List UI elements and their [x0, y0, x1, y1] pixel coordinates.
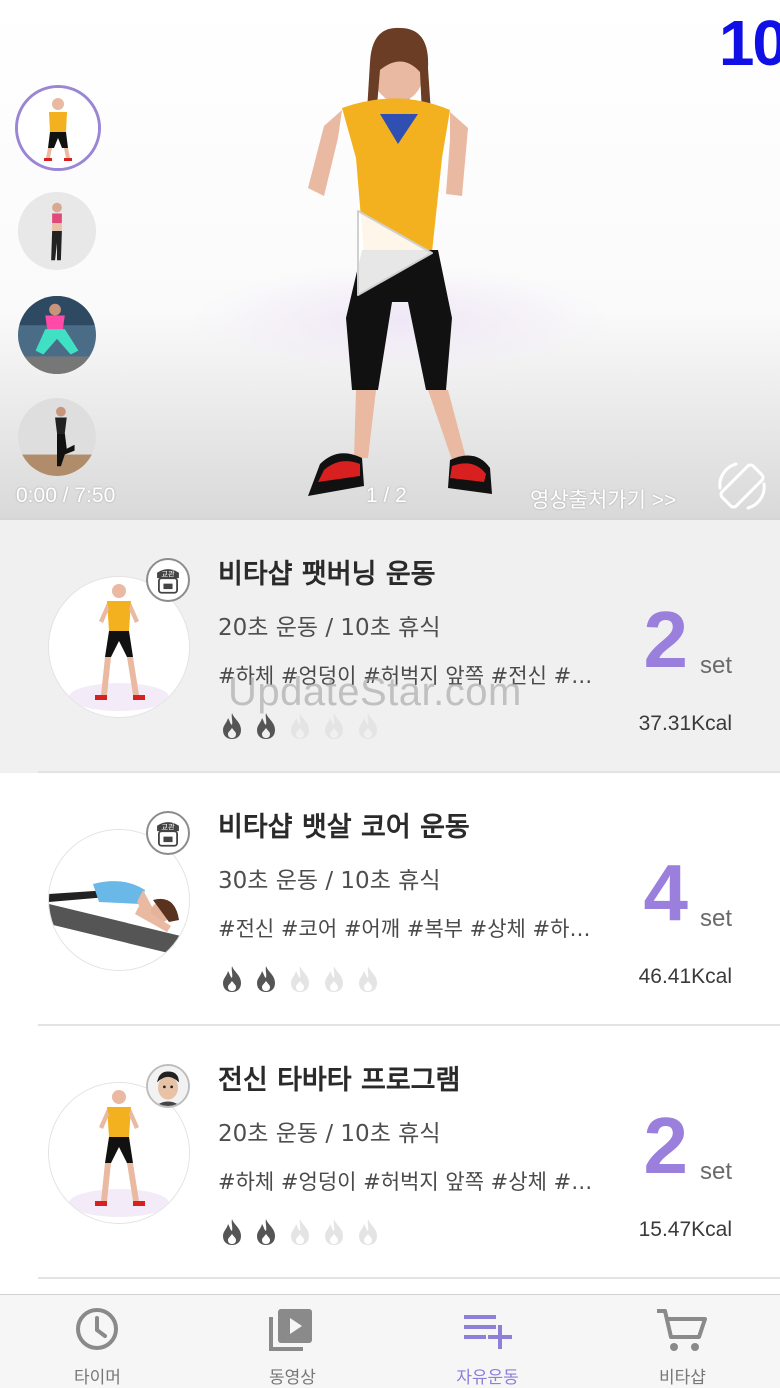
workout-interval: 20초 운동 / 10초 휴식	[218, 1121, 441, 1147]
cart-icon	[657, 1309, 707, 1351]
flame-filled-icon	[254, 712, 278, 740]
tab-label: 자유운동	[456, 1368, 519, 1388]
instructor-badge: 교관	[146, 811, 190, 855]
watermark-text: UpdateStar.com	[228, 670, 522, 714]
trainer-thumbnail-image	[18, 88, 98, 168]
flame-filled-icon	[254, 1218, 278, 1246]
workout-row[interactable]: 전신 타바타 프로그램 20초 운동 / 10초 휴식 #하체 #엉덩이 #허벅…	[0, 1026, 780, 1279]
instructor-badge-icon: 교관	[157, 822, 179, 847]
flame-empty-icon	[288, 1218, 312, 1246]
trainer-thumbnail-image	[18, 398, 96, 476]
intensity-rating	[220, 712, 380, 742]
set-count: 2	[643, 595, 689, 684]
video-source-link[interactable]: 영상출처가기 >>	[530, 484, 676, 514]
instructor-badge-icon: 교관	[157, 569, 179, 594]
flame-empty-icon	[288, 965, 312, 993]
flame-filled-icon	[220, 712, 244, 740]
set-count: 2	[643, 1101, 689, 1190]
flame-filled-icon	[220, 965, 244, 993]
playlist-add-icon	[464, 1315, 512, 1349]
rotate-screen-icon[interactable]	[714, 458, 770, 514]
flame-empty-icon	[356, 712, 380, 740]
set-unit: set	[699, 652, 732, 679]
flame-filled-icon	[220, 1218, 244, 1246]
flame-empty-icon	[288, 712, 312, 740]
tab-video[interactable]: 동영상	[195, 1295, 390, 1388]
set-unit: set	[699, 1158, 732, 1185]
flame-empty-icon	[356, 1218, 380, 1246]
workout-row[interactable]: 교관 비타샵 팻버닝 운동 20초 운동 / 10초 휴식 #하체 #엉덩이 #…	[0, 520, 780, 773]
calories: 37.31Kcal	[638, 712, 732, 735]
calories: 46.41Kcal	[638, 965, 732, 988]
workout-interval: 20초 운동 / 10초 휴식	[218, 615, 441, 641]
clock-icon	[76, 1308, 118, 1350]
video-player[interactable]: 10 0:00 / 7:50 1 / 2 영상출처가기 >>	[0, 0, 780, 518]
workout-list: 교관 비타샵 팻버닝 운동 20초 운동 / 10초 휴식 #하체 #엉덩이 #…	[0, 520, 780, 1279]
instructor-face-icon	[148, 1066, 188, 1106]
tab-timer[interactable]: 타이머	[0, 1295, 195, 1388]
intensity-rating	[220, 1218, 380, 1248]
trainer-thumbnail-image	[18, 192, 96, 270]
tab-free-workout[interactable]: 자유운동	[390, 1295, 585, 1388]
bottom-tab-bar: 타이머 동영상 자유운동 비타샵	[0, 1294, 780, 1388]
workout-tags: #전신 #코어 #어깨 #복부 #상체 #하…	[218, 917, 591, 941]
play-icon[interactable]	[344, 205, 440, 301]
set-unit: set	[699, 905, 732, 932]
trainer-thumbnail-image	[18, 296, 96, 374]
flame-empty-icon	[356, 965, 380, 993]
workout-row[interactable]: 교관 비타샵 뱃살 코어 운동 30초 운동 / 10초 휴식 #전신 #코어 …	[0, 773, 780, 1026]
video-library-icon	[269, 1309, 312, 1351]
video-thumbnail-2[interactable]	[18, 192, 96, 270]
instructor-badge: 교관	[146, 558, 190, 602]
tab-label: 동영상	[269, 1368, 316, 1388]
flame-empty-icon	[322, 965, 346, 993]
svg-text:교관: 교관	[161, 822, 175, 831]
video-thumbnail-4[interactable]	[18, 398, 96, 476]
workout-title: 비타샵 뱃살 코어 운동	[218, 812, 470, 843]
tab-shop[interactable]: 비타샵	[585, 1295, 780, 1388]
flame-empty-icon	[322, 1218, 346, 1246]
set-count: 4	[643, 848, 689, 937]
svg-text:교관: 교관	[161, 569, 175, 578]
tab-label: 타이머	[74, 1368, 121, 1388]
intensity-rating	[220, 965, 380, 995]
calories: 15.47Kcal	[638, 1218, 732, 1241]
flame-empty-icon	[322, 712, 346, 740]
flame-filled-icon	[254, 965, 278, 993]
countdown-timer: 10	[718, 7, 780, 79]
video-page-indicator: 1 / 2	[366, 484, 407, 507]
video-elapsed-time: 0:00 / 7:50	[16, 484, 116, 507]
video-thumbnail-3[interactable]	[18, 296, 96, 374]
row-divider	[38, 1277, 780, 1279]
tab-label: 비타샵	[659, 1368, 706, 1388]
workout-title: 비타샵 팻버닝 운동	[218, 559, 436, 590]
instructor-photo-badge	[146, 1064, 190, 1108]
video-thumbnail-1[interactable]	[15, 85, 101, 171]
workout-tags: #하체 #엉덩이 #허벅지 앞쪽 #상체 #…	[218, 1170, 593, 1194]
workout-interval: 30초 운동 / 10초 휴식	[218, 868, 441, 894]
workout-title: 전신 타바타 프로그램	[218, 1065, 461, 1096]
